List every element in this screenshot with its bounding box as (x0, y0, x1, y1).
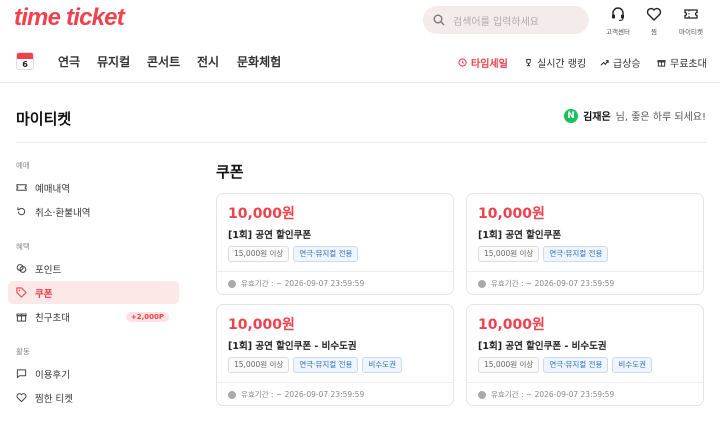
my-ticket-button[interactable]: 마이티켓 (671, 6, 711, 36)
nav-category-exhibition[interactable]: 전시 (197, 53, 219, 70)
refresh-icon (17, 207, 26, 216)
ticket-icon (684, 9, 698, 19)
sidebar-item-label: 예매내역 (35, 183, 70, 195)
sidebar-item-label: 쿠폰 (35, 288, 53, 300)
coupon-min-order-tag: 15,000원 이상 (478, 246, 540, 262)
sidebar-item-label: 포인트 (35, 264, 62, 276)
coupons-title: 쿠폰 (216, 163, 244, 181)
coupon-category-tag: 연극·뮤지컬 전용 (293, 246, 359, 262)
sidebar-item-label: 찜한 티켓 (35, 393, 73, 405)
header-divider (0, 82, 720, 83)
coins-icon (16, 264, 27, 273)
sidebar-item-reviews[interactable]: 이용후기 (8, 362, 179, 385)
nav-free-invite-label: 무료초대 (670, 59, 707, 70)
coupon-amount: 10,000원 (228, 317, 295, 333)
sidebar-item-coupons[interactable]: 쿠폰 (8, 281, 179, 304)
coupon-min-order-tag: 15,000원 이상 (478, 357, 540, 373)
gift-icon (657, 60, 666, 67)
coupon-expiry: 유효기간 : ~ 2026-09-07 23:59:59 (491, 279, 615, 288)
coupon-category-tag: 연극·뮤지컬 전용 (543, 246, 609, 262)
sidebar-item-points[interactable]: 포인트 (8, 257, 179, 280)
my-ticket-label: 마이티켓 (679, 28, 703, 36)
customer-center-label: 고객센터 (606, 28, 630, 36)
sidebar-item-refunds[interactable]: 취소·환불내역 (8, 200, 179, 223)
trending-up-icon (600, 60, 609, 66)
time-ticket-logo[interactable]: time ticket (14, 4, 125, 32)
nav-trending[interactable]: 급상승 (600, 55, 641, 70)
greeting-text: 님, 좋은 하루 되세요! (615, 112, 706, 123)
page-title: 마이티켓 (16, 110, 72, 128)
sidebar-section-activity: 활동 (16, 347, 30, 356)
coupon-card[interactable]: 10,000원 [1회] 공연 할인쿠폰 - 비수도권 15,000원 이상 연… (466, 304, 704, 406)
clock-icon (228, 390, 236, 399)
points-badge: +2,000P (125, 311, 169, 322)
coupon-name: [1회] 공연 할인쿠폰 - 비수도권 (228, 341, 357, 352)
nav-category-theater[interactable]: 연극 (58, 53, 80, 70)
page-divider (16, 142, 706, 143)
nav-trending-label: 급상승 (613, 59, 641, 70)
user-name: 김재은 (583, 112, 611, 123)
coupon-card[interactable]: 10,000원 [1회] 공연 할인쿠폰 15,000원 이상 연극·뮤지컬 전… (466, 193, 704, 295)
sidebar-item-bookings[interactable]: 예매내역 (8, 176, 179, 199)
gift-icon (16, 313, 27, 322)
clock-icon (478, 390, 486, 399)
nav-realtime-ranking-label: 실시간 랭킹 (537, 59, 587, 70)
headset-icon (612, 7, 624, 21)
clock-icon (478, 279, 486, 288)
wishlist-label: 찜 (651, 28, 657, 36)
search-icon (433, 14, 445, 26)
coupon-min-order-tag: 15,000원 이상 (228, 246, 290, 262)
nav-category-concert[interactable]: 콘서트 (147, 53, 180, 70)
coupon-min-order-tag: 15,000원 이상 (228, 357, 290, 373)
heart-icon (646, 7, 662, 21)
search-input-placeholder[interactable]: 검색어를 입력하세요 (453, 13, 539, 28)
trophy-icon (526, 58, 531, 67)
coupon-amount: 10,000원 (478, 206, 545, 222)
sidebar-item-label: 친구초대 (35, 312, 70, 324)
coupon-expiry: 유효기간 : ~ 2026-09-07 23:59:59 (241, 390, 365, 399)
customer-center-button[interactable]: 고객센터 (598, 6, 638, 36)
nav-free-invite[interactable]: 무료초대 (657, 55, 707, 70)
nav-category-musical[interactable]: 뮤지컬 (97, 53, 130, 70)
nav-time-sale-label: 타임세일 (471, 59, 508, 70)
nav-category-culture[interactable]: 문화체험 (237, 53, 281, 70)
coupon-amount: 10,000원 (228, 206, 295, 222)
sidebar-section-benefits: 혜택 (16, 242, 30, 251)
sidebar-section-booking: 예매 (16, 161, 30, 170)
clock-icon (458, 58, 467, 67)
coupon-name: [1회] 공연 할인쿠폰 (228, 230, 312, 241)
ticket-icon (16, 184, 27, 191)
nav-time-sale[interactable]: 타임세일 (458, 55, 508, 70)
coupon-expiry: 유효기간 : ~ 2026-09-07 23:59:59 (241, 279, 365, 288)
tag-icon (16, 287, 27, 298)
chat-icon (16, 369, 27, 379)
coupon-category-tag: 연극·뮤지컬 전용 (293, 357, 359, 373)
sidebar-item-invite-friends[interactable]: 친구초대 +2,000P (8, 305, 179, 328)
coupon-amount: 10,000원 (478, 317, 545, 333)
nav-realtime-ranking[interactable]: 실시간 랭킹 (524, 55, 586, 70)
search-bar[interactable]: 검색어를 입력하세요 (423, 6, 589, 34)
user-greeting: N 김재은 님, 좋은 하루 되세요! (564, 108, 706, 123)
sidebar-item-wishlist[interactable]: 찜한 티켓 (8, 386, 179, 409)
wishlist-button[interactable]: 찜 (634, 6, 674, 36)
clock-icon (228, 279, 236, 288)
coupon-region-tag: 비수도권 (362, 357, 403, 373)
coupon-expiry: 유효기간 : ~ 2026-09-07 23:59:59 (491, 390, 615, 399)
coupon-name: [1회] 공연 할인쿠폰 - 비수도권 (478, 341, 607, 352)
coupon-card[interactable]: 10,000원 [1회] 공연 할인쿠폰 15,000원 이상 연극·뮤지컬 전… (216, 193, 454, 295)
calendar-icon[interactable]: 6 (16, 52, 34, 70)
heart-icon (16, 393, 27, 403)
naver-badge-icon: N (564, 108, 579, 123)
coupon-category-tag: 연극·뮤지컬 전용 (543, 357, 609, 373)
sidebar-item-label: 취소·환불내역 (35, 207, 91, 219)
coupon-card[interactable]: 10,000원 [1회] 공연 할인쿠폰 - 비수도권 15,000원 이상 연… (216, 304, 454, 406)
coupon-name: [1회] 공연 할인쿠폰 (478, 230, 562, 241)
calendar-day: 6 (22, 60, 28, 69)
coupon-region-tag: 비수도권 (612, 357, 653, 373)
sidebar-item-label: 이용후기 (35, 369, 70, 381)
